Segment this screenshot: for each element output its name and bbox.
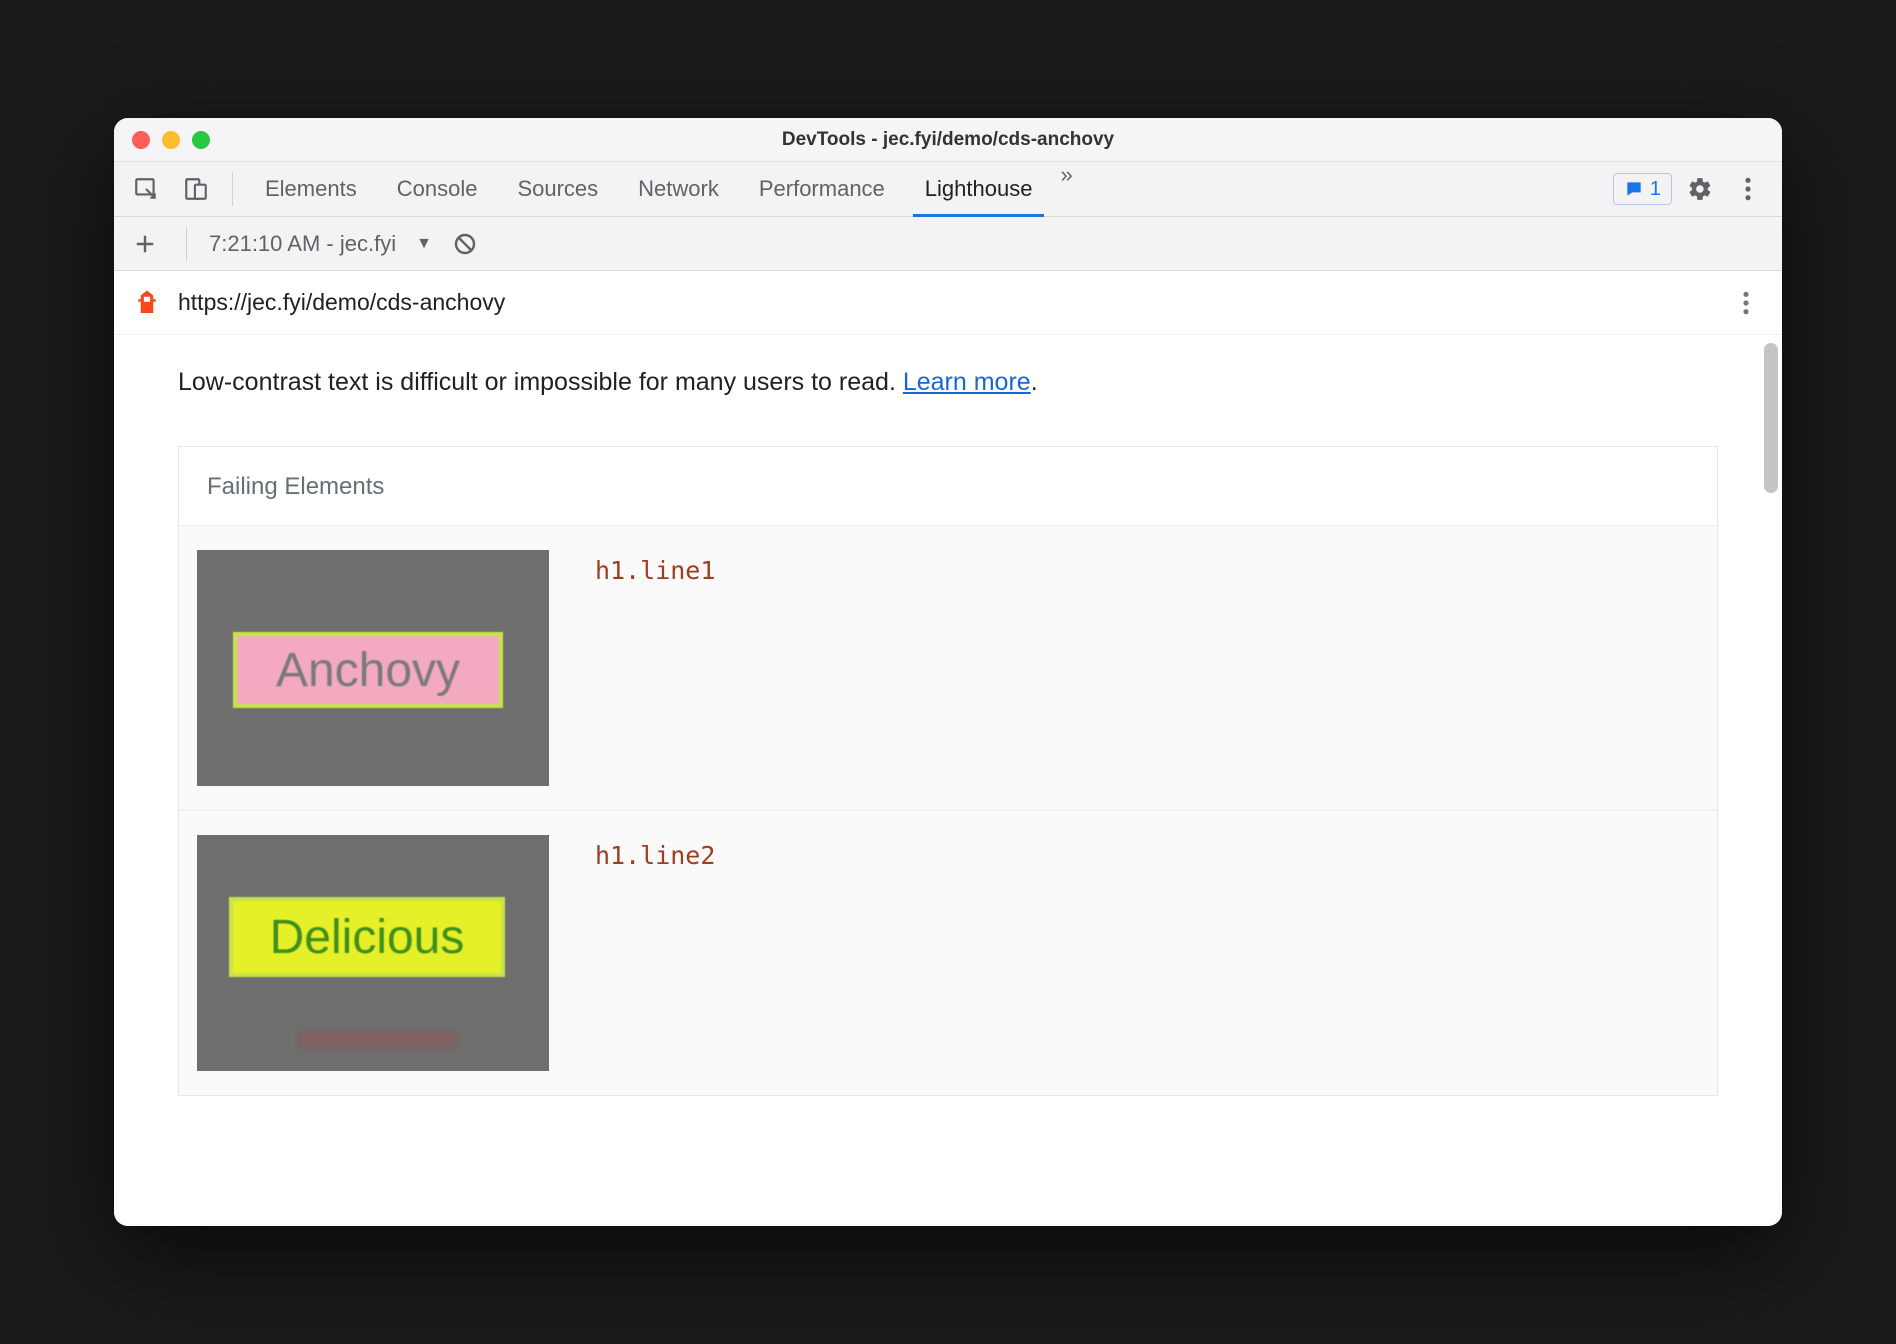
tab-lighthouse[interactable]: Lighthouse [905, 162, 1053, 217]
report-content[interactable]: Low-contrast text is difficult or imposs… [114, 335, 1782, 1226]
scrollbar-thumb[interactable] [1764, 343, 1778, 493]
inspect-element-icon[interactable] [126, 162, 166, 217]
window-controls [132, 131, 210, 149]
tab-sources[interactable]: Sources [497, 162, 618, 217]
window-zoom-button[interactable] [192, 131, 210, 149]
clear-report-icon[interactable] [448, 227, 482, 261]
window-titlebar: DevTools - jec.fyi/demo/cds-anchovy [114, 118, 1782, 162]
devtools-tabstrip: Elements Console Sources Network Perform… [114, 162, 1782, 217]
tab-label: Performance [759, 176, 885, 202]
divider [232, 172, 233, 206]
failing-element-row[interactable]: Delicious h1.line2 [179, 810, 1717, 1095]
new-report-button[interactable] [126, 225, 164, 263]
issues-badge[interactable]: 1 [1613, 173, 1672, 205]
screenshot-highlight: Anchovy [233, 632, 503, 708]
tab-network[interactable]: Network [618, 162, 739, 217]
lighthouse-logo-icon [132, 288, 162, 318]
screenshot-faint-element [297, 1031, 457, 1049]
report-url-bar: https://jec.fyi/demo/cds-anchovy [114, 271, 1782, 335]
report-selector[interactable]: 7:21:10 AM - jec.fyi ▼ [209, 231, 432, 257]
tab-label: Elements [265, 176, 357, 202]
window-title: DevTools - jec.fyi/demo/cds-anchovy [114, 129, 1782, 151]
window-minimize-button[interactable] [162, 131, 180, 149]
element-selector[interactable]: h1.line2 [595, 835, 715, 870]
report-url: https://jec.fyi/demo/cds-anchovy [178, 289, 505, 316]
more-menu-icon[interactable] [1728, 169, 1768, 209]
tab-label: Lighthouse [925, 176, 1033, 202]
devtools-window: DevTools - jec.fyi/demo/cds-anchovy Elem… [114, 118, 1782, 1226]
device-toolbar-icon[interactable] [176, 162, 216, 217]
settings-gear-icon[interactable] [1680, 169, 1720, 209]
tab-elements[interactable]: Elements [245, 162, 377, 217]
tab-performance[interactable]: Performance [739, 162, 905, 217]
report-menu-icon[interactable] [1728, 285, 1764, 321]
chevron-down-icon: ▼ [416, 235, 432, 253]
audit-description-text: Low-contrast text is difficult or imposs… [178, 368, 903, 396]
failing-elements-panel: Failing Elements Anchovy h1.line1 Delici… [178, 446, 1718, 1096]
failing-element-row[interactable]: Anchovy h1.line1 [179, 525, 1717, 810]
failing-elements-header: Failing Elements [179, 447, 1717, 525]
audit-description: Low-contrast text is difficult or imposs… [178, 365, 1718, 400]
screenshot-text: Anchovy [276, 643, 460, 698]
tab-label: Network [638, 176, 719, 202]
issues-icon [1624, 179, 1644, 199]
learn-more-link[interactable]: Learn more [903, 368, 1031, 396]
tab-label: Console [397, 176, 478, 202]
window-close-button[interactable] [132, 131, 150, 149]
screenshot-text: Delicious [270, 910, 465, 965]
tab-console[interactable]: Console [377, 162, 498, 217]
element-screenshot[interactable]: Delicious [197, 835, 549, 1071]
element-selector[interactable]: h1.line1 [595, 550, 715, 585]
screenshot-highlight: Delicious [229, 897, 505, 977]
lighthouse-toolbar: 7:21:10 AM - jec.fyi ▼ [114, 217, 1782, 271]
element-screenshot[interactable]: Anchovy [197, 550, 549, 786]
divider [186, 227, 187, 261]
issues-count: 1 [1650, 178, 1661, 201]
overflow-tabs-icon[interactable]: » [1052, 162, 1080, 216]
tab-label: Sources [517, 176, 598, 202]
panel-tabs: Elements Console Sources Network Perform… [245, 162, 1052, 216]
report-selector-label: 7:21:10 AM - jec.fyi [209, 231, 396, 257]
